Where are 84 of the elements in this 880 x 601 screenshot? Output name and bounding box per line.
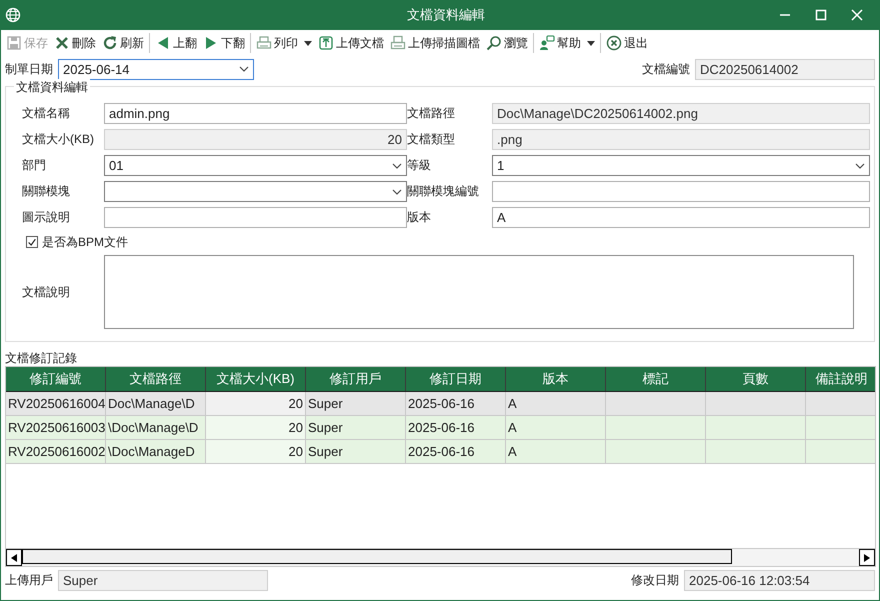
checkbox-label: 是否為BPM文件 [42,234,128,250]
toolbar-button[interactable]: 幫助 [536,32,598,54]
field-label: 制單日期 [5,60,53,78]
chevron-down-icon[interactable] [392,162,402,168]
dropdown-field[interactable]: 1 [492,155,870,176]
input-field[interactable]: .png [492,129,870,150]
dropdown-field[interactable]: 2025-06-14 [58,58,254,80]
toolbar-button[interactable]: 列印 [253,32,315,54]
horizontal-scrollbar[interactable] [6,548,875,566]
dropdown-field[interactable]: 01 [104,155,407,176]
toolbar-button[interactable]: 上傳文檔 [315,32,387,54]
toolbar-button[interactable]: 瀏覽 [483,32,531,54]
input-field[interactable]: admin.png [104,103,407,124]
field-label: 關聯模塊編號 [407,183,480,200]
maximize-icon [815,9,827,21]
printer-icon [256,35,272,51]
toolbar-button[interactable]: 上傳掃描圖檔 [387,32,483,54]
search-icon [486,35,502,51]
field-label: 版本 [407,209,432,226]
person-chat-icon [539,35,555,51]
table-cell: RV20250616002 [6,440,106,464]
table-row[interactable]: RV20250616004 Doc\Manage\D 20 Super 2025-06-16 A [6,392,875,416]
text-area[interactable] [104,255,854,329]
field-label: 上傳用戶 [5,572,53,588]
column-header[interactable]: 修訂編號 [6,367,106,391]
scroll-left-icon[interactable] [6,549,22,566]
column-header[interactable]: 備註說明 [806,367,875,391]
column-header[interactable]: 標記 [606,367,706,391]
column-header[interactable]: 修訂用戶 [306,367,406,391]
input-field[interactable] [492,181,870,202]
globe-icon [5,7,21,23]
refresh-icon [102,35,118,51]
toolbar-button[interactable]: 刷新 [99,32,147,54]
toolbar-button[interactable]: 下翻 [200,32,248,54]
scroll-right-icon[interactable] [859,549,875,566]
field-label: 圖示說明 [22,209,71,226]
input-field[interactable]: 20 [104,129,407,150]
section-title: 文檔修訂記錄 [5,350,78,366]
dropdown-field[interactable] [104,181,407,202]
column-header[interactable]: 文檔大小(KB) [206,367,306,391]
input-field[interactable] [104,207,407,228]
field-label: 部門 [22,157,47,174]
table-cell: 20 [206,416,306,440]
field-label: 文檔大小(KB) [22,131,95,148]
field-label: 等級 [407,157,432,174]
chevron-down-icon[interactable] [855,162,865,168]
checkbox[interactable] [26,236,38,248]
input-field[interactable]: Super [58,570,268,590]
chevron-down-icon[interactable] [392,188,402,194]
table-row[interactable]: RV20250616003 \Doc\Manage\D 20 Super 2025-06-16 A [6,416,875,440]
field-label: 文檔路徑 [407,105,456,122]
table-cell: 20 [206,440,306,464]
table-cell: A [506,440,606,464]
input-field[interactable]: 2025-06-16 12:03:54 [684,570,875,590]
input-field[interactable]: Doc\Manage\DC20250614002.png [492,103,870,124]
field-label: 文檔類型 [407,131,456,148]
window-title: 文檔資料編輯 [406,6,486,24]
input-field[interactable]: DC20250614002 [695,58,875,80]
table-row[interactable]: RV20250616002 \Doc\ManageD 20 Super 2025-06-16 A [6,440,875,464]
field-label: 關聯模塊 [22,183,71,200]
chevron-down-icon[interactable] [239,66,249,72]
printer-icon [390,35,406,51]
column-header[interactable]: 修訂日期 [406,367,506,391]
table-cell: \Doc\ManageD [106,440,206,464]
table-cell: 20 [206,392,306,416]
close-circle-icon [606,35,622,51]
field-label: 文檔編號 [642,60,690,78]
upload-icon [318,35,334,51]
cross-icon [54,35,70,51]
column-header[interactable]: 頁數 [706,367,806,391]
scroll-thumb[interactable] [22,549,732,564]
toolbar-button[interactable]: 上翻 [152,32,200,54]
input-field[interactable]: A [492,207,870,228]
toolbar-button[interactable]: 退出 [603,32,651,54]
table-cell: Super [306,440,406,464]
column-header[interactable]: 版本 [506,367,606,391]
table-cell: 2025-06-16 [406,440,506,464]
group-title: 文檔資料編輯 [14,79,90,96]
close-icon [851,9,863,21]
field-label: 文檔名稱 [22,105,71,122]
field-label: 修改日期 [631,572,679,588]
field-label: 文檔說明 [22,284,71,300]
toolbar-button[interactable]: 刪除 [51,32,99,54]
column-header[interactable]: 文檔路徑 [106,367,206,391]
